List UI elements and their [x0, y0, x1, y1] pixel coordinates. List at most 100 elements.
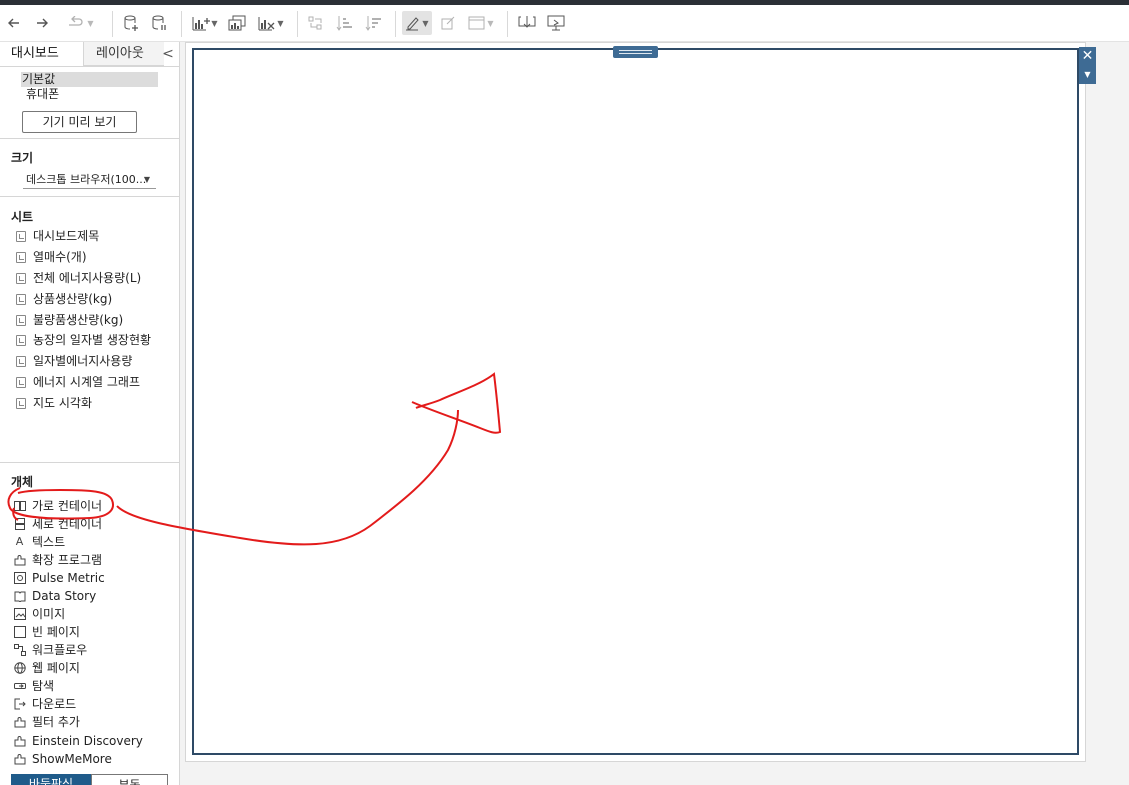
object-data-story[interactable]: Data Story [13, 587, 96, 605]
back-icon[interactable] [6, 11, 22, 35]
redo-icon[interactable]: ▼ [62, 11, 98, 35]
new-worksheet-icon[interactable]: ▼ [192, 11, 218, 35]
object-label: ShowMeMore [32, 752, 112, 766]
chevron-down-icon: ▼ [143, 175, 150, 184]
clear-sheet-icon[interactable]: ▼ [256, 11, 286, 35]
layout-mode-toggle: 바둑판식 부동 [11, 774, 168, 785]
show-labels-icon[interactable] [438, 11, 458, 35]
object-label: Einstein Discovery [32, 734, 143, 748]
object-label: 텍스트 [32, 535, 66, 549]
object-label: Pulse Metric [32, 571, 105, 585]
duplicate-icon[interactable] [228, 11, 246, 35]
add-filter-icon [13, 716, 26, 729]
object-label: 탐색 [32, 679, 55, 693]
toolbar-separator [297, 11, 298, 37]
object-download[interactable]: 다운로드 [13, 695, 76, 713]
data-story-icon [13, 590, 26, 603]
divider [0, 138, 179, 139]
presentation-icon[interactable] [545, 11, 567, 35]
object-vertical-container[interactable]: 세로 컨테이너 [13, 515, 102, 533]
object-blank[interactable]: 빈 페이지 [13, 623, 80, 641]
object-label: Data Story [32, 589, 97, 603]
tiled-button[interactable]: 바둑판식 [11, 774, 91, 785]
worksheet-icon [16, 376, 26, 388]
tab-layout[interactable]: 레이아웃 [84, 42, 164, 66]
sheet-item[interactable]: 열매수(개) [16, 248, 87, 266]
close-icon[interactable]: ✕ [1079, 47, 1096, 65]
object-label: 빈 페이지 [32, 625, 80, 639]
worksheet-icon [16, 314, 26, 326]
blank-icon [13, 626, 26, 639]
sheet-item-label: 에너지 시계열 그래프 [33, 375, 140, 389]
sheet-item-label: 농장의 일자별 생장현황 [33, 333, 152, 347]
sheet-item[interactable]: 불량품생산량(kg) [16, 311, 123, 329]
sheet-item-label: 불량품생산량(kg) [33, 313, 124, 327]
sheet-item[interactable]: 전체 에너지사용량(L) [16, 269, 141, 287]
sheet-item[interactable]: 농장의 일자별 생장현황 [16, 331, 151, 349]
device-preview-button[interactable]: 기기 미리 보기 [22, 111, 137, 133]
collapse-sidebar-icon[interactable]: < [161, 45, 175, 63]
new-datasource-icon[interactable] [122, 11, 140, 35]
fit-icon[interactable]: ▼ [466, 11, 496, 35]
swap-icon[interactable] [306, 11, 326, 35]
drag-handle-icon[interactable] [613, 46, 658, 58]
download-icon[interactable] [517, 11, 537, 35]
toolbar: ▼ ▼ ▼ ▼ ▼ [0, 5, 1129, 42]
size-dropdown[interactable]: 데스크톱 브라우저(100... ▼ [23, 171, 156, 189]
sheet-item-label: 열매수(개) [33, 250, 87, 264]
sheet-item[interactable]: 대시보드제목 [16, 227, 99, 245]
sheet-item-label: 대시보드제목 [33, 229, 100, 243]
worksheet-icon [16, 334, 26, 346]
device-phone[interactable]: 휴대폰 [26, 87, 59, 102]
object-label: 필터 추가 [32, 715, 80, 729]
text-icon: A [15, 535, 24, 548]
object-text[interactable]: A 텍스트 [13, 533, 65, 551]
object-label: 이미지 [32, 607, 66, 621]
download-object-icon [13, 698, 26, 711]
object-image[interactable]: 이미지 [13, 605, 65, 623]
object-einstein-discovery[interactable]: Einstein Discovery [13, 732, 143, 750]
sheet-item[interactable]: 지도 시각화 [16, 394, 92, 412]
showmemore-icon [13, 753, 26, 766]
more-options-icon[interactable]: ▼ [1079, 66, 1096, 84]
object-extension[interactable]: 확장 프로그램 [13, 551, 102, 569]
sheet-item[interactable]: 일자별에너지사용량 [16, 352, 132, 370]
object-showmemore[interactable]: ShowMeMore [13, 750, 112, 768]
device-default[interactable]: 기본값 [21, 72, 158, 87]
divider [0, 196, 179, 197]
dashboard-container[interactable] [192, 48, 1079, 755]
web-page-icon [13, 662, 26, 675]
floating-button[interactable]: 부동 [91, 774, 168, 785]
size-section-title: 크기 [11, 151, 34, 165]
object-label: 확장 프로그램 [32, 553, 103, 567]
sheet-item-label: 일자별에너지사용량 [33, 354, 133, 368]
forward-icon[interactable] [34, 11, 50, 35]
object-horizontal-container[interactable]: 가로 컨테이너 [13, 497, 102, 515]
pause-update-icon[interactable] [150, 11, 168, 35]
sort-desc-icon[interactable] [364, 11, 384, 35]
object-navigation[interactable]: 탐색 [13, 677, 54, 695]
objects-section-title: 개체 [11, 475, 34, 489]
sheet-item-label: 전체 에너지사용량(L) [33, 271, 142, 285]
object-label: 가로 컨테이너 [32, 499, 103, 513]
toolbar-separator [507, 11, 508, 37]
object-web-page[interactable]: 웹 페이지 [13, 659, 80, 677]
object-label: 워크플로우 [32, 643, 88, 657]
workflow-icon [13, 644, 26, 657]
divider [0, 462, 179, 463]
object-label: 다운로드 [32, 697, 77, 711]
sort-asc-icon[interactable] [335, 11, 355, 35]
object-add-filter[interactable]: 필터 추가 [13, 713, 80, 731]
highlight-icon[interactable]: ▼ [402, 11, 432, 35]
size-dropdown-value: 데스크톱 브라우저(100... [26, 173, 147, 186]
worksheet-icon [16, 355, 26, 367]
extension-icon [13, 554, 26, 567]
object-workflow[interactable]: 워크플로우 [13, 641, 87, 659]
tab-dashboard[interactable]: 대시보드 [0, 42, 84, 66]
sheet-item[interactable]: 에너지 시계열 그래프 [16, 373, 140, 391]
image-icon [13, 608, 26, 621]
object-pulse-metric[interactable]: Pulse Metric [13, 569, 105, 587]
sheet-item-label: 지도 시각화 [33, 396, 93, 410]
sheet-item[interactable]: 상품생산량(kg) [16, 290, 112, 308]
toolbar-separator [395, 11, 396, 37]
